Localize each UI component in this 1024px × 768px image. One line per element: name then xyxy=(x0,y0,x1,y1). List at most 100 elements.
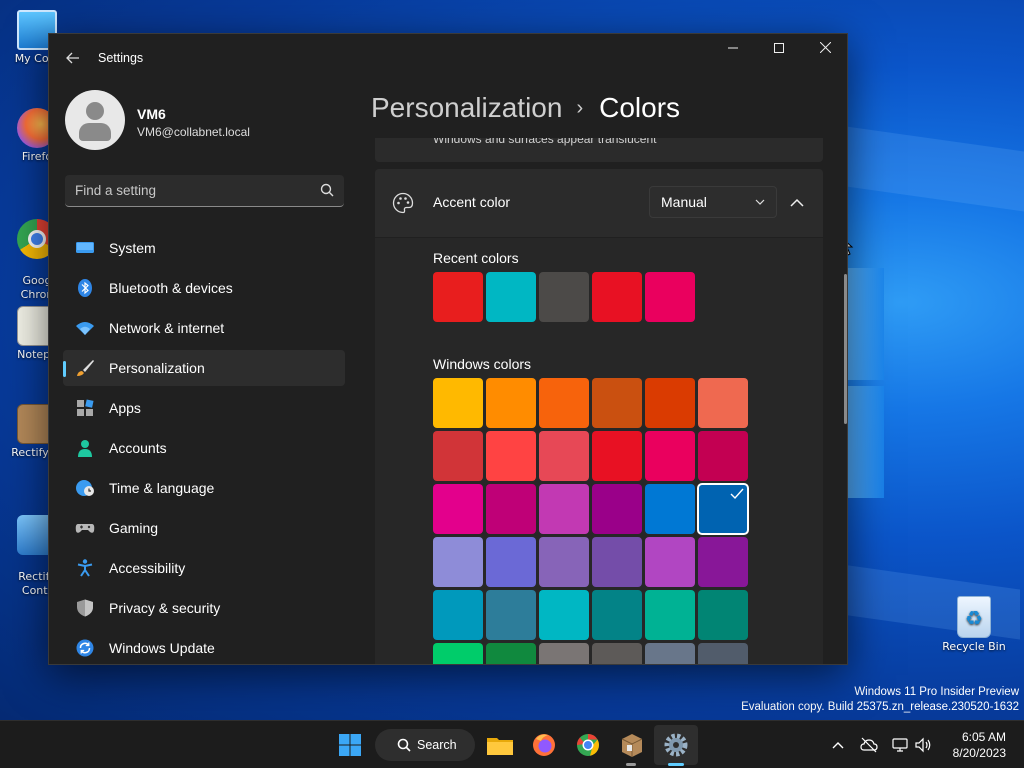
nav-item-label: Network & internet xyxy=(109,320,225,336)
windows-color-swatch[interactable] xyxy=(645,643,695,664)
windows-color-swatch[interactable] xyxy=(645,484,695,534)
windows-color-swatch[interactable] xyxy=(433,643,483,664)
windows-color-swatch[interactable] xyxy=(592,484,642,534)
title-bar[interactable]: Settings xyxy=(49,34,847,82)
recent-color-swatch[interactable] xyxy=(592,272,642,322)
windows-color-swatch[interactable] xyxy=(592,378,642,428)
recent-color-swatch[interactable] xyxy=(433,272,483,322)
nav-item-system[interactable]: System xyxy=(63,230,345,266)
start-icon[interactable] xyxy=(334,729,366,761)
windows-color-swatch[interactable] xyxy=(486,590,536,640)
transparency-description: Windows and surfaces appear translucent xyxy=(433,138,657,146)
windows-color-swatch[interactable] xyxy=(645,590,695,640)
windows-color-swatch[interactable] xyxy=(486,643,536,664)
search-icon xyxy=(397,738,411,752)
windows-color-swatch[interactable] xyxy=(486,537,536,587)
accent-color-header[interactable]: Accent color Manual xyxy=(375,169,823,237)
firefox-icon[interactable] xyxy=(528,729,560,761)
windows-color-swatch[interactable] xyxy=(645,537,695,587)
accent-color-label: Accent color xyxy=(433,194,511,210)
maximize-button[interactable] xyxy=(756,34,802,66)
file-explorer-icon[interactable] xyxy=(484,729,516,761)
nav-item-bluetooth-devices[interactable]: Bluetooth & devices xyxy=(63,270,345,306)
windows-color-swatch[interactable] xyxy=(592,590,642,640)
windows-color-swatch[interactable] xyxy=(592,537,642,587)
windows-colors-label: Windows colors xyxy=(433,356,532,372)
nav-item-accounts[interactable]: Accounts xyxy=(63,430,345,466)
nav-item-accessibility[interactable]: Accessibility xyxy=(63,550,345,586)
system-clock[interactable]: 6:05 AM 8/20/2023 xyxy=(953,729,1006,761)
breadcrumb-parent[interactable]: Personalization xyxy=(371,92,562,123)
maximize-icon xyxy=(774,43,784,53)
windows-color-swatch[interactable] xyxy=(645,378,695,428)
windows-color-swatch[interactable] xyxy=(539,590,589,640)
accent-mode-value: Manual xyxy=(661,194,707,210)
cloud-offline-icon[interactable] xyxy=(860,737,878,753)
chrome-icon[interactable] xyxy=(572,729,604,761)
recent-color-swatch[interactable] xyxy=(539,272,589,322)
windows-color-swatch[interactable] xyxy=(433,378,483,428)
scrollbar-thumb[interactable] xyxy=(844,274,847,424)
windows-color-swatch[interactable] xyxy=(433,431,483,481)
chevron-up-icon[interactable] xyxy=(785,191,809,215)
gamepad-icon xyxy=(75,524,95,533)
volume-icon[interactable] xyxy=(914,737,932,753)
windows-color-swatch[interactable] xyxy=(486,431,536,481)
windows-color-swatch[interactable] xyxy=(592,431,642,481)
windows-color-swatch[interactable] xyxy=(433,484,483,534)
nav-item-time-language[interactable]: Time & language xyxy=(63,470,345,506)
taskbar-search-label: Search xyxy=(417,738,457,752)
network-icon[interactable] xyxy=(891,737,909,753)
wifi-icon xyxy=(76,322,94,335)
taskbar-search-button[interactable]: Search xyxy=(375,729,475,761)
windows-color-swatch[interactable] xyxy=(592,643,642,664)
nav-item-label: Gaming xyxy=(109,520,159,536)
chevron-down-icon xyxy=(755,199,765,205)
close-button[interactable] xyxy=(802,34,847,66)
nav-item-network-internet[interactable]: Network & internet xyxy=(63,310,345,346)
search-input[interactable] xyxy=(75,175,305,205)
accent-mode-dropdown[interactable]: Manual xyxy=(649,186,777,218)
close-icon xyxy=(819,41,831,54)
nav-item-label: Personalization xyxy=(109,360,205,376)
accent-color-panel: Recent colors Windows colors xyxy=(375,238,823,664)
minimize-button[interactable] xyxy=(710,34,756,66)
rectify-package-icon[interactable] xyxy=(616,729,648,761)
windows-color-swatch[interactable] xyxy=(645,431,695,481)
nav-item-apps[interactable]: Apps xyxy=(63,390,345,426)
clock-date: 8/20/2023 xyxy=(952,746,1006,760)
chevron-right-icon: › xyxy=(576,97,584,119)
desktop-icon-label: Recycle Bin xyxy=(942,640,1006,653)
windows-color-swatch[interactable] xyxy=(539,484,589,534)
nav-item-personalization[interactable]: Personalization xyxy=(63,350,345,386)
nav-item-gaming[interactable]: Gaming xyxy=(63,510,345,546)
windows-color-swatch[interactable] xyxy=(539,431,589,481)
windows-color-swatch[interactable] xyxy=(433,537,483,587)
windows-color-swatch[interactable] xyxy=(486,484,536,534)
windows-color-swatch[interactable] xyxy=(539,537,589,587)
settings-icon[interactable] xyxy=(660,729,692,761)
find-setting-search-box[interactable] xyxy=(65,175,344,207)
windows-color-swatch[interactable] xyxy=(486,378,536,428)
windows-color-swatch[interactable] xyxy=(698,378,748,428)
windows-color-swatch[interactable] xyxy=(698,431,748,481)
system-icon xyxy=(76,242,94,253)
windows-color-swatch[interactable] xyxy=(539,378,589,428)
colors-settings-content: Windows and surfaces appear translucent … xyxy=(375,138,823,664)
chevron-up-icon[interactable] xyxy=(829,737,847,753)
nav-item-windows-update[interactable]: Windows Update xyxy=(63,630,345,664)
recent-color-swatch[interactable] xyxy=(645,272,695,322)
avatar[interactable] xyxy=(65,90,125,150)
recent-color-swatch[interactable] xyxy=(486,272,536,322)
desktop-icon-recycle-bin[interactable]: ♻ Recycle Bin xyxy=(937,596,1011,654)
windows-color-swatch[interactable] xyxy=(433,590,483,640)
nav-item-privacy-security[interactable]: Privacy & security xyxy=(63,590,345,626)
windows-color-swatch[interactable] xyxy=(698,537,748,587)
app-active-indicator xyxy=(668,763,684,766)
windows-color-swatch[interactable] xyxy=(697,483,749,535)
windows-color-swatch[interactable] xyxy=(698,590,748,640)
windows-color-swatch[interactable] xyxy=(698,643,748,664)
windows-color-swatch[interactable] xyxy=(539,643,589,664)
back-button[interactable] xyxy=(61,46,85,70)
taskbar: Search 6:05 AM 8/20/2023 xyxy=(0,720,1024,768)
